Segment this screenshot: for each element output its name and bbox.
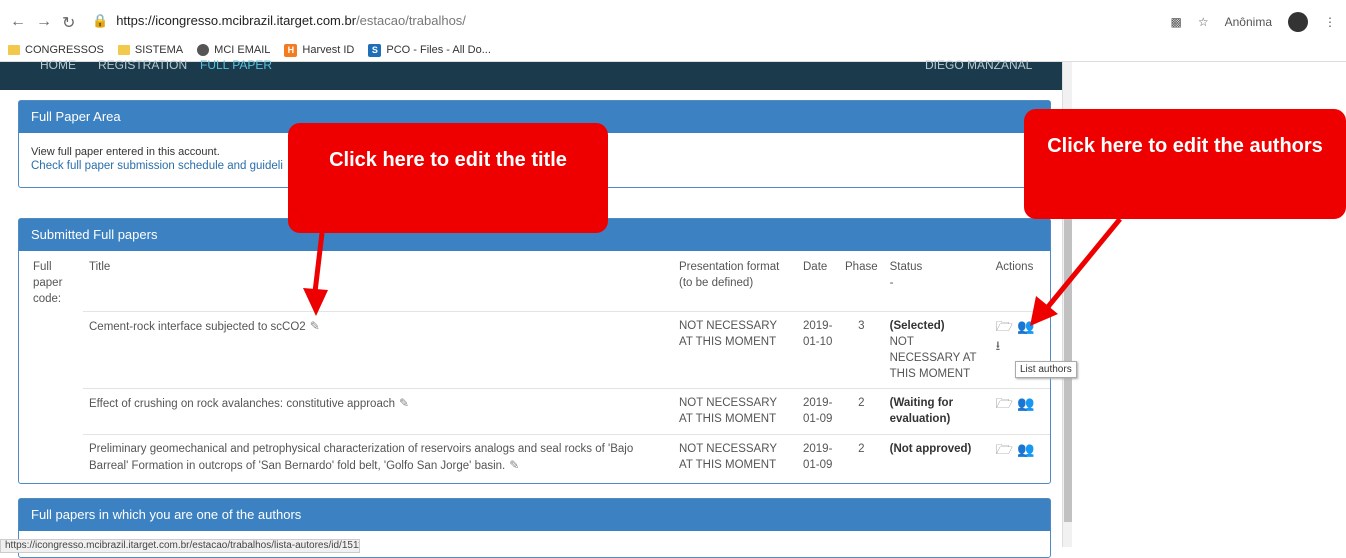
arrow-head-title [303, 288, 328, 316]
arrow-to-title [312, 232, 325, 293]
annotation-arrows [303, 217, 1122, 326]
status-bar-url: https://icongresso.mcibrazil.itarget.com… [0, 539, 360, 553]
arrow-to-authors [1045, 217, 1122, 310]
